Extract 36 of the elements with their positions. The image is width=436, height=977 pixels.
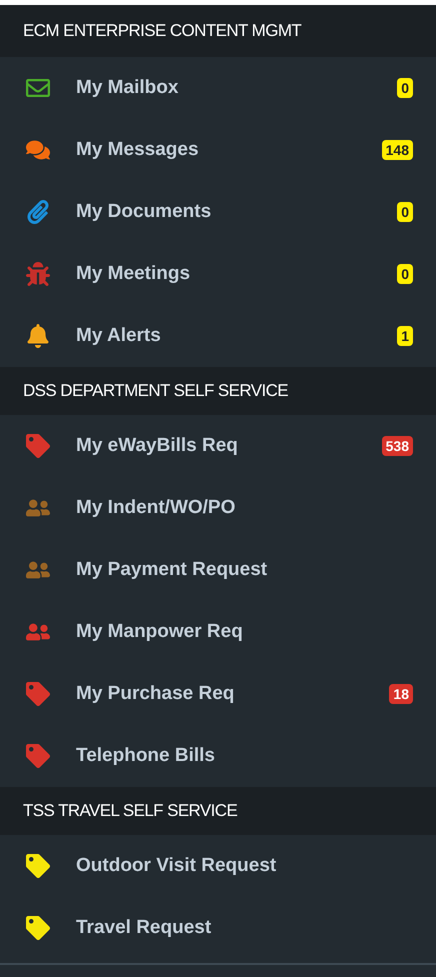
section-header: DSS DEPARTMENT SELF SERVICE bbox=[0, 367, 436, 415]
menu-item[interactable]: Telephone Bills bbox=[0, 725, 436, 787]
menu-item-label: Outdoor Visit Request bbox=[76, 855, 278, 877]
menu-item-label: My Documents bbox=[76, 201, 212, 223]
menu-item-label: My Meetings bbox=[76, 263, 192, 285]
menu-item[interactable]: My Documents 0 bbox=[0, 181, 436, 243]
menu-item[interactable]: My Meetings 0 bbox=[0, 243, 436, 305]
menu-item[interactable]: My Purchase Req 18 bbox=[0, 663, 436, 725]
menu-item-label: My Purchase Req bbox=[76, 683, 236, 705]
menu-item[interactable]: My Indent/WO/PO bbox=[0, 477, 436, 539]
menu-item-label: My Mailbox bbox=[76, 77, 180, 99]
count-badge: 1 bbox=[397, 326, 413, 346]
menu-item-label: Telephone Bills bbox=[76, 745, 216, 767]
count-badge: 0 bbox=[397, 202, 413, 222]
menu-item[interactable]: Outdoor Visit Request bbox=[0, 835, 436, 897]
count-badge: 18 bbox=[389, 684, 413, 704]
menu-item-label: My Indent/WO/PO bbox=[76, 497, 236, 519]
count-badge: 0 bbox=[397, 78, 413, 98]
menu-item[interactable]: Travel Request bbox=[0, 897, 436, 959]
count-badge: 0 bbox=[397, 264, 413, 284]
menu-item[interactable]: My Payment Request bbox=[0, 539, 436, 601]
section-header: TSS TRAVEL SELF SERVICE bbox=[0, 787, 436, 835]
section-header: ECM ENTERPRISE CONTENT MGMT bbox=[0, 5, 436, 57]
menu-item-label: My eWayBills Req bbox=[76, 435, 239, 457]
menu-item[interactable]: My eWayBills Req 538 bbox=[0, 415, 436, 477]
menu-item-label: Travel Request bbox=[76, 917, 212, 939]
menu-item-label: My Alerts bbox=[76, 325, 162, 347]
menu-item-label: My Manpower Req bbox=[76, 621, 244, 643]
menu-item[interactable]: My Mailbox 0 bbox=[0, 57, 436, 119]
menu-item[interactable]: My Alerts 1 bbox=[0, 305, 436, 367]
menu-item-label: My Messages bbox=[76, 139, 200, 161]
menu-item[interactable]: My Messages 148 bbox=[0, 119, 436, 181]
menu-item[interactable]: My Manpower Req bbox=[0, 601, 436, 663]
menu-item-label: My Payment Request bbox=[76, 559, 268, 581]
count-badge: 538 bbox=[382, 436, 413, 456]
count-badge: 148 bbox=[382, 140, 413, 160]
